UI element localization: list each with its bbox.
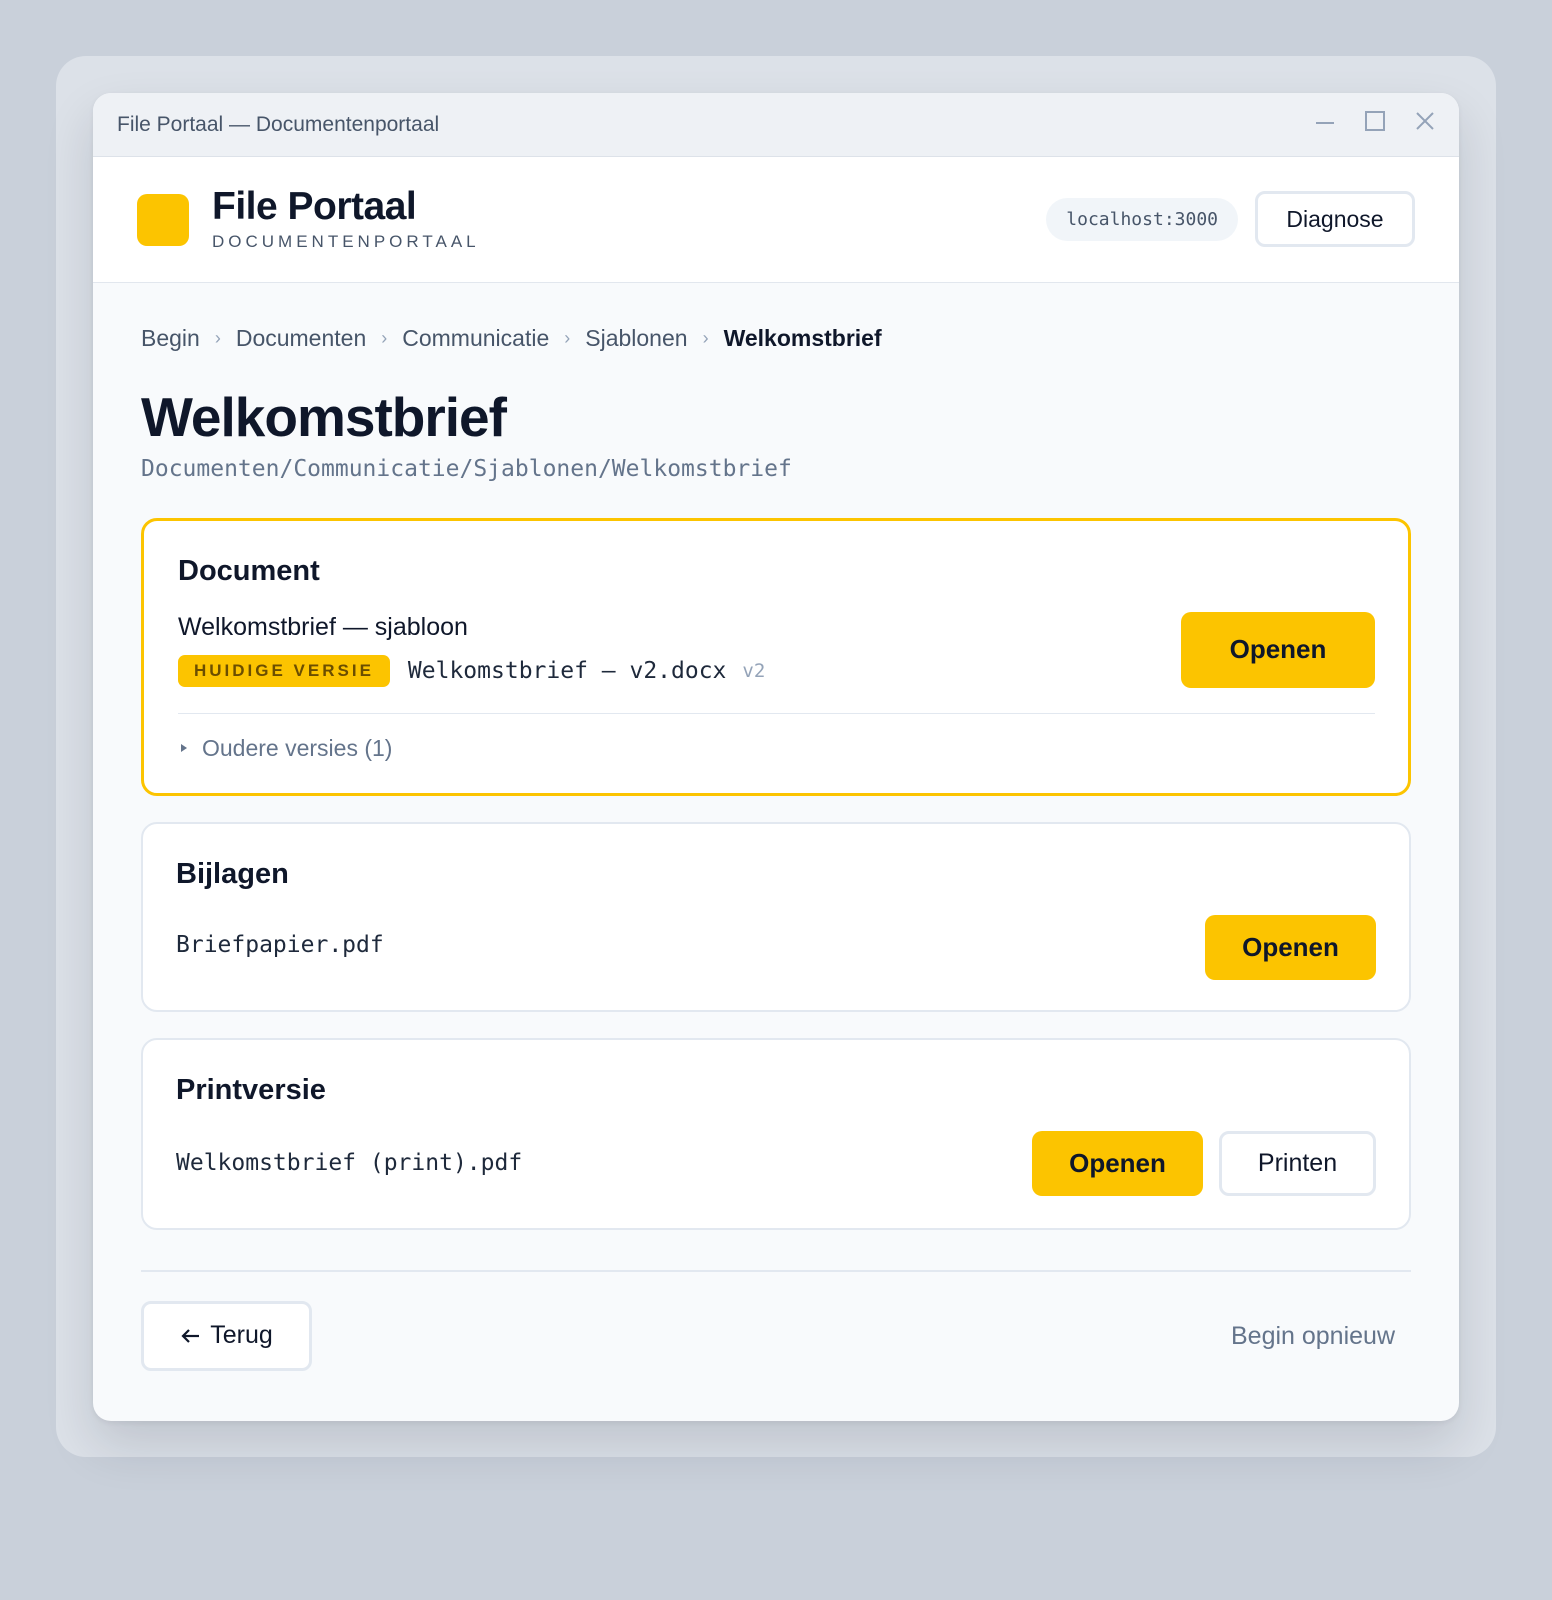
arrow-left-icon — [181, 1328, 200, 1343]
back-button[interactable]: Terug — [141, 1300, 312, 1371]
brand-logo — [137, 193, 189, 246]
card-divider — [178, 712, 1375, 714]
document-file-name[interactable]: Welkomstbrief – v2.docx — [408, 658, 727, 684]
maximize-button[interactable] — [1363, 109, 1387, 133]
attachment-open-button[interactable]: Openen — [1205, 914, 1376, 980]
diagnose-button[interactable]: Diagnose — [1255, 191, 1415, 247]
attachment-file-name[interactable]: Briefpapier.pdf — [176, 932, 384, 958]
app-header: File Portaal DOCUMENTENPORTAAL localhost… — [93, 157, 1459, 283]
page-path: Documenten/Communicatie/Sjablonen/Welkom… — [141, 455, 792, 482]
breadcrumb-item-begin[interactable]: Begin — [141, 325, 200, 352]
chevron-right-icon: › — [564, 327, 571, 348]
breadcrumb: Begin › Documenten › Communicatie › Sjab… — [141, 323, 1411, 353]
breadcrumb-item-documenten[interactable]: Documenten — [236, 325, 366, 352]
minimize-button[interactable] — [1313, 109, 1337, 133]
attachments-card: Bijlagen Briefpapier.pdf Openen — [141, 821, 1411, 1012]
brand-name: File Portaal — [212, 185, 417, 229]
close-button[interactable] — [1413, 109, 1437, 133]
brand-subtitle: DOCUMENTENPORTAAL — [212, 231, 480, 251]
older-versions-toggle[interactable]: Oudere versies (1) — [178, 735, 392, 762]
app-window: File Portaal — Documentenportaal File Po… — [93, 93, 1459, 1421]
window-titlebar: File Portaal — Documentenportaal — [93, 93, 1459, 157]
document-name: Welkomstbrief — sjabloon — [178, 612, 468, 641]
print-button[interactable]: Printen — [1219, 1130, 1376, 1196]
document-version-row: HUIDIGE VERSIE Welkomstbrief – v2.docx v… — [178, 654, 766, 687]
print-file-name[interactable]: Welkomstbrief (print).pdf — [176, 1150, 522, 1176]
document-open-button[interactable]: Openen — [1181, 611, 1375, 688]
older-versions-label: Oudere versies (1) — [202, 734, 393, 761]
page-title: Welkomstbrief — [141, 386, 507, 448]
window-controls — [1313, 109, 1437, 133]
print-card: Printversie Welkomstbrief (print).pdf Op… — [141, 1037, 1411, 1230]
chevron-right-icon: › — [214, 327, 221, 348]
breadcrumb-item-communicatie[interactable]: Communicatie — [402, 325, 549, 352]
document-card: Document Welkomstbrief — sjabloon HUIDIG… — [141, 517, 1411, 796]
main-content: Begin › Documenten › Communicatie › Sjab… — [93, 323, 1459, 1372]
close-icon — [1416, 112, 1434, 130]
breadcrumb-current: Welkomstbrief — [723, 324, 882, 351]
chevron-right-icon: › — [702, 327, 709, 348]
window-title: File Portaal — Documentenportaal — [117, 112, 440, 136]
restart-link[interactable]: Begin opnieuw — [1231, 1322, 1395, 1351]
print-card-title: Printversie — [176, 1073, 326, 1106]
back-label: Terug — [210, 1321, 273, 1349]
document-card-title: Document — [178, 554, 320, 587]
print-open-button[interactable]: Openen — [1032, 1130, 1203, 1196]
breadcrumb-item-sjablonen[interactable]: Sjablonen — [585, 325, 687, 352]
current-version-badge: HUIDIGE VERSIE — [178, 654, 390, 687]
host-badge: localhost:3000 — [1046, 197, 1238, 241]
maximize-icon — [1365, 111, 1385, 131]
header-actions: localhost:3000 Diagnose — [1046, 191, 1415, 247]
minimize-icon — [1316, 122, 1334, 124]
caret-right-icon — [181, 744, 187, 752]
attachments-card-title: Bijlagen — [176, 857, 289, 890]
footer: Terug Begin opnieuw — [141, 1272, 1411, 1372]
brand: File Portaal DOCUMENTENPORTAAL — [212, 185, 480, 252]
chevron-right-icon: › — [381, 327, 388, 348]
document-version-label: v2 — [742, 659, 766, 682]
